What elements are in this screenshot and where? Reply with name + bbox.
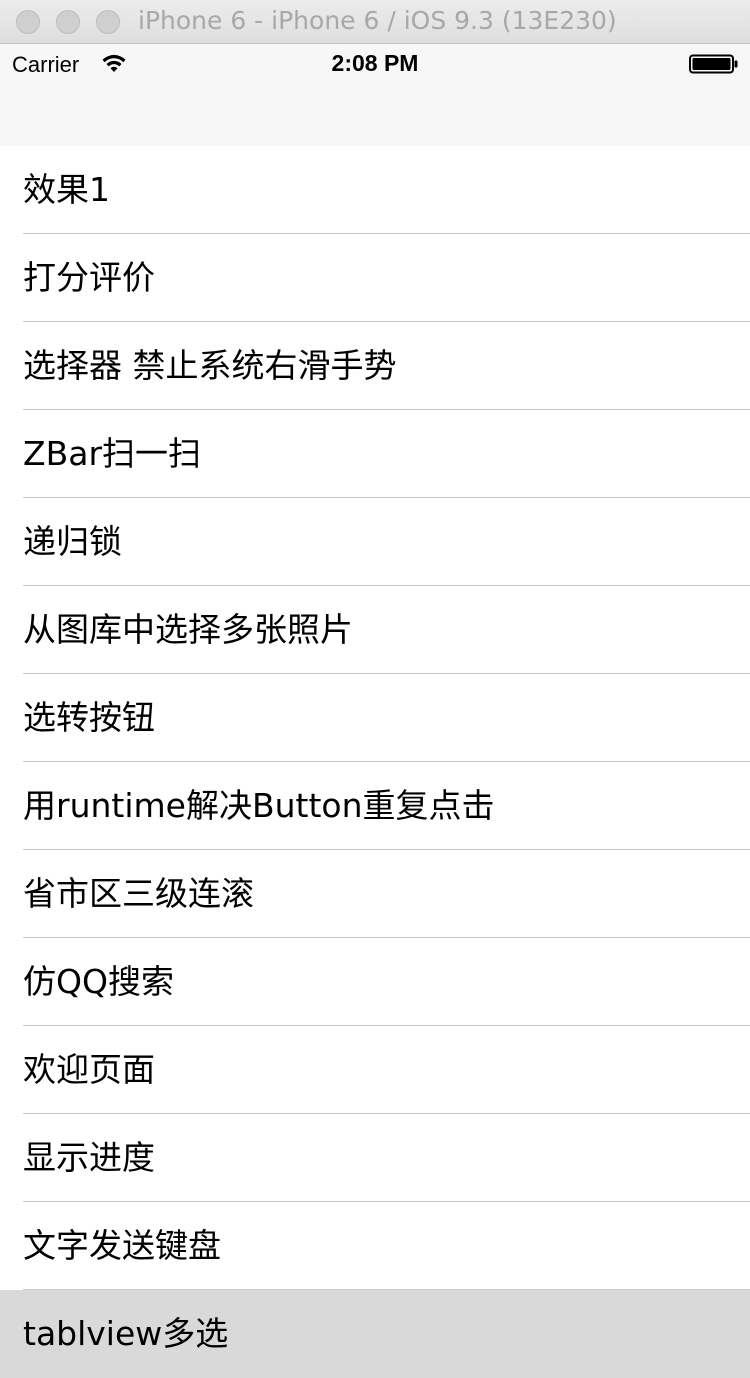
table-row[interactable]: 效果1 xyxy=(0,146,750,234)
table-row[interactable]: 文字发送键盘 xyxy=(0,1202,750,1290)
table-row-label: 从图库中选择多张照片 xyxy=(23,610,353,649)
table-row-label: 欢迎页面 xyxy=(23,1050,155,1089)
table-row[interactable]: 省市区三级连滚 xyxy=(0,850,750,938)
close-window-button[interactable] xyxy=(16,10,40,34)
table-row-label: 选择器 禁止系统右滑手势 xyxy=(23,346,397,385)
table-row-label: 文字发送键盘 xyxy=(23,1226,221,1265)
table-row-label: tablview多选 xyxy=(23,1314,229,1353)
table-row[interactable]: tablview多选 xyxy=(0,1290,750,1378)
table-row[interactable]: ZBar扫一扫 xyxy=(0,410,750,498)
table-row[interactable]: 选择器 禁止系统右滑手势 xyxy=(0,322,750,410)
zoom-window-button[interactable] xyxy=(96,10,120,34)
table-row-label: 仿QQ搜索 xyxy=(23,962,174,1001)
table-row-label: 递归锁 xyxy=(23,522,122,561)
table-row[interactable]: 用runtime解决Button重复点击 xyxy=(0,762,750,850)
simulator-title-bar: iPhone 6 - iPhone 6 / iOS 9.3 (13E230) xyxy=(0,0,750,44)
table-row[interactable]: 欢迎页面 xyxy=(0,1026,750,1114)
table-row[interactable]: 仿QQ搜索 xyxy=(0,938,750,1026)
table-row-label: 选转按钮 xyxy=(23,698,155,737)
simulator-title: iPhone 6 - iPhone 6 / iOS 9.3 (13E230) xyxy=(138,6,617,35)
table-row-label: 显示进度 xyxy=(23,1138,155,1177)
minimize-window-button[interactable] xyxy=(56,10,80,34)
table-row[interactable]: 显示进度 xyxy=(0,1114,750,1202)
table-row-label: 效果1 xyxy=(23,170,110,209)
simulator-window: iPhone 6 - iPhone 6 / iOS 9.3 (13E230) C… xyxy=(0,0,750,1378)
table-row[interactable]: 选转按钮 xyxy=(0,674,750,762)
table-row-label: 打分评价 xyxy=(23,258,155,297)
status-time: 2:08 PM xyxy=(331,50,419,76)
table-row-label: ZBar扫一扫 xyxy=(23,434,202,473)
table-row[interactable]: 打分评价 xyxy=(0,234,750,322)
table-row[interactable]: 递归锁 xyxy=(0,498,750,586)
table-row-label: 省市区三级连滚 xyxy=(23,874,254,913)
battery-full-icon xyxy=(689,54,738,74)
table-row[interactable]: 从图库中选择多张照片 xyxy=(0,586,750,674)
table-row-label: 用runtime解决Button重复点击 xyxy=(23,786,495,825)
